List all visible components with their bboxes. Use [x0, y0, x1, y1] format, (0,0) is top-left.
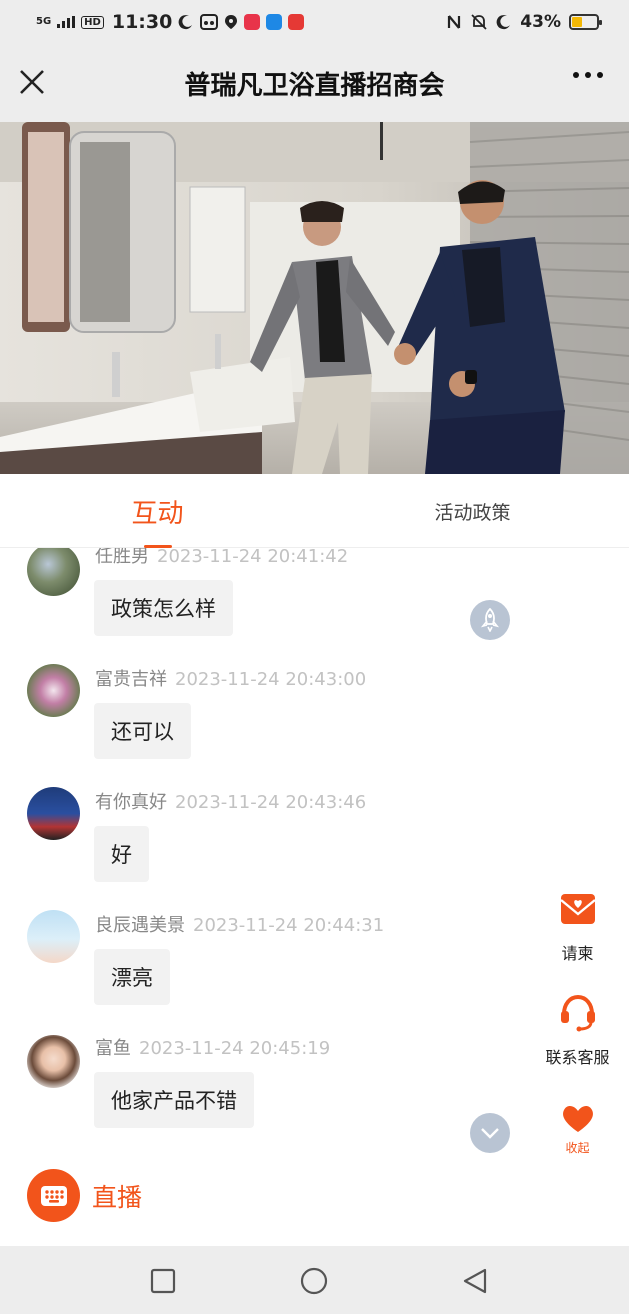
close-icon[interactable]: [18, 68, 46, 96]
live-menu-button[interactable]: [27, 1169, 80, 1222]
signal-indicator: 5G: [36, 16, 52, 27]
battery-percent: 43%: [520, 12, 561, 32]
invitation-icon: [559, 894, 596, 924]
hd-badge: HD: [81, 15, 104, 29]
scroll-top-button[interactable]: [470, 600, 510, 640]
title-bar: 普瑞凡卫浴直播招商会: [0, 44, 629, 122]
more-icon[interactable]: [573, 72, 603, 78]
collapse-label: 收起: [565, 1141, 590, 1155]
user-name: 良辰遇美景: [95, 915, 185, 936]
user-name: 富贵吉祥: [95, 669, 167, 690]
location-icon: [225, 15, 238, 29]
message-time: 2023-11-24 20:41:42: [157, 548, 349, 567]
chat-message: 有你真好 2023-11-24 20:43:46 好: [0, 782, 629, 905]
user-name: 有你真好: [95, 792, 167, 813]
message-bubble: 政策怎么样: [94, 580, 233, 636]
tab-event-policy[interactable]: 活动政策: [400, 474, 545, 548]
back-icon[interactable]: [461, 1267, 489, 1295]
chat-message: 良辰遇美景 2023-11-24 20:44:31 漂亮: [0, 905, 629, 1028]
message-time: 2023-11-24 20:43:46: [175, 792, 367, 813]
moon-icon: [178, 15, 193, 30]
app-icon-blue: [266, 14, 283, 30]
app-icon-red: [244, 14, 261, 30]
user-name: 富鱼: [95, 1038, 131, 1059]
keypad-icon: [40, 1185, 67, 1206]
message-meta: 任胜男 2023-11-24 20:41:42: [95, 548, 348, 568]
headset-icon: [560, 994, 595, 1032]
customer-service-label: 联系客服: [545, 1048, 610, 1067]
chat-message: 富贵吉祥 2023-11-24 20:43:00 还可以: [0, 659, 629, 782]
chat-message: 任胜男 2023-11-24 20:41:42 政策怎么样: [0, 548, 629, 659]
user-avatar[interactable]: [27, 664, 80, 717]
message-meta: 富鱼 2023-11-24 20:45:19: [95, 1034, 330, 1060]
live-bar: 直播: [0, 1158, 629, 1246]
collapse-heart-icon: [562, 1105, 593, 1132]
chevron-down-icon: [481, 1128, 499, 1139]
video-frame: [0, 122, 629, 474]
nfc-icon: [448, 15, 461, 29]
message-time: 2023-11-24 20:45:19: [139, 1038, 331, 1059]
message-bubble: 他家产品不错: [94, 1072, 254, 1128]
battery-icon: [569, 14, 602, 30]
scroll-bottom-button[interactable]: [470, 1113, 510, 1153]
invitation-button[interactable]: 请柬: [540, 888, 615, 964]
message-meta: 富贵吉祥 2023-11-24 20:43:00: [95, 665, 366, 691]
chat-list[interactable]: 任胜男 2023-11-24 20:41:42 政策怎么样 富贵吉祥 2023-11…: [0, 548, 629, 1158]
message-time: 2023-11-24 20:43:00: [175, 669, 367, 690]
live-label[interactable]: 直播: [92, 1178, 142, 1214]
collapse-button[interactable]: 收起: [540, 1103, 615, 1156]
recent-apps-icon[interactable]: [150, 1268, 176, 1294]
chat-message: 富鱼 2023-11-24 20:45:19 他家产品不错: [0, 1028, 629, 1151]
signal-bars-icon: [57, 16, 76, 28]
message-time: 2023-11-24 20:44:31: [193, 915, 385, 936]
system-nav-bar: [0, 1246, 629, 1314]
mute-bell-icon: [471, 14, 487, 30]
dnd-moon-icon: [496, 15, 511, 30]
app-icon-red-2: [288, 14, 305, 30]
message-bubble: 好: [94, 826, 149, 882]
page-title: 普瑞凡卫浴直播招商会: [184, 70, 445, 101]
message-meta: 有你真好 2023-11-24 20:43:46: [95, 788, 366, 814]
message-bubble: 还可以: [94, 703, 191, 759]
user-avatar[interactable]: [27, 548, 80, 596]
message-bubble: 漂亮: [94, 949, 170, 1005]
tab-interaction[interactable]: 互动: [80, 474, 235, 548]
invitation-label: 请柬: [561, 944, 594, 963]
live-video-player[interactable]: [0, 122, 629, 474]
app-notification-icon: [200, 14, 219, 30]
message-meta: 良辰遇美景 2023-11-24 20:44:31: [95, 911, 384, 937]
user-name: 任胜男: [95, 548, 149, 567]
status-bar: 5G HD 11:30 43%: [0, 0, 629, 44]
customer-service-button[interactable]: 联系客服: [540, 992, 615, 1068]
tab-bar: 互动 活动政策: [0, 474, 629, 548]
clock: 11:30: [111, 11, 173, 33]
user-avatar[interactable]: [27, 910, 80, 963]
user-avatar[interactable]: [27, 1035, 80, 1088]
home-icon[interactable]: [300, 1267, 328, 1295]
user-avatar[interactable]: [27, 787, 80, 840]
rocket-icon: [480, 608, 500, 632]
